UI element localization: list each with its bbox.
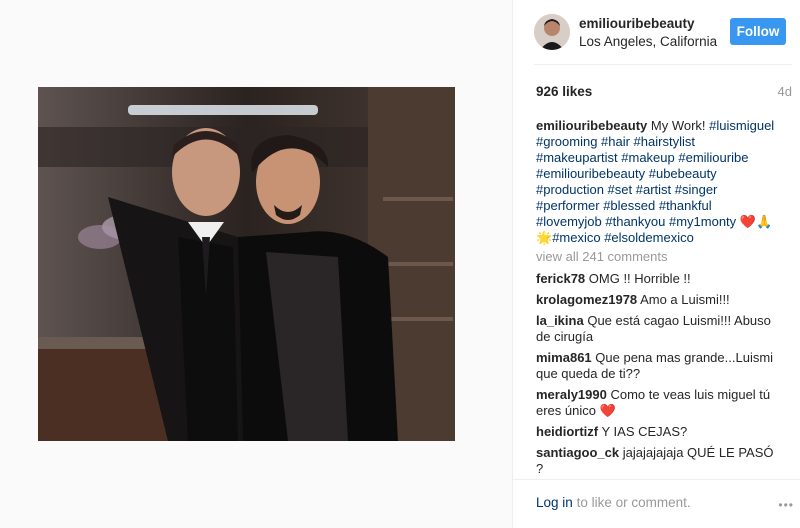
comment-text: Y IAS CEJAS?: [601, 424, 688, 439]
footer-divider: [513, 479, 800, 480]
comment: ferick78 OMG !! Horrible !!: [536, 271, 776, 287]
avatar-image: [534, 14, 570, 50]
comment-username[interactable]: mima861: [536, 350, 592, 365]
heart-emoji: ❤️: [599, 403, 616, 418]
view-all-comments-link[interactable]: view all 241 comments: [536, 249, 776, 265]
comment-text: OMG !! Horrible !!: [588, 271, 691, 286]
comment-username[interactable]: ferick78: [536, 271, 585, 286]
hashtag-line[interactable]: #grooming #hair #hairstylist: [536, 134, 695, 149]
hashtag-line[interactable]: #mexico #elsoldemexico: [552, 230, 694, 245]
post-photo-illustration: [38, 87, 455, 441]
comment-username[interactable]: santiagoo_ck: [536, 445, 619, 460]
comment: santiagoo_ck jajajajajaja QUÉ LE PASÓ ?: [536, 445, 776, 477]
comment-text: Amo a Luismi!!!: [640, 292, 730, 307]
post-age: 4d: [777, 84, 792, 99]
comment-username[interactable]: krolagomez1978: [536, 292, 637, 307]
comment: meraly1990 Como te veas luis miguel tú e…: [536, 387, 776, 419]
hashtag-line[interactable]: #production #set #artist #singer: [536, 182, 717, 197]
post-details: emiliouribebeauty Los Angeles, Californi…: [513, 0, 800, 528]
login-prompt-text: to like or comment.: [576, 495, 691, 510]
caption-text: My Work!: [650, 118, 706, 133]
hashtag-line[interactable]: #emiliouribebeauty #ubebeauty: [536, 166, 717, 181]
hashtag-line[interactable]: #makeupartist #makeup #emiliouribe: [536, 150, 748, 165]
post-username[interactable]: emiliouribebeauty: [579, 16, 695, 31]
follow-button[interactable]: Follow: [730, 18, 786, 45]
post-photo[interactable]: [38, 87, 455, 441]
login-prompt: Log in to like or comment.: [536, 495, 691, 510]
heart-pray-emoji: ❤️🙏: [739, 214, 773, 229]
likes-count[interactable]: 926 likes: [536, 84, 592, 99]
comment-username[interactable]: la_ikina: [536, 313, 584, 328]
login-link[interactable]: Log in: [536, 495, 573, 510]
comment-username[interactable]: heidiortizf: [536, 424, 598, 439]
hashtag-line[interactable]: #lovemyjob #thankyou #my1monty: [536, 214, 736, 229]
post-header: emiliouribebeauty Los Angeles, Californi…: [534, 12, 794, 54]
comment: krolagomez1978 Amo a Luismi!!!: [536, 292, 776, 308]
hashtag-line[interactable]: #performer #blessed #thankful: [536, 198, 712, 213]
star-emoji: 🌟: [536, 230, 553, 245]
comment: mima861 Que pena mas grande...Luismi que…: [536, 350, 776, 382]
more-options-icon[interactable]: •••: [778, 498, 794, 512]
hashtag-line[interactable]: #luismiguel: [709, 118, 774, 133]
photo-panel: [0, 0, 512, 528]
avatar[interactable]: [534, 14, 570, 50]
caption-username[interactable]: emiliouribebeauty: [536, 118, 647, 133]
comment: la_ikina Que está cagao Luismi!!! Abuso …: [536, 313, 776, 345]
comment: heidiortizf Y IAS CEJAS?: [536, 424, 776, 440]
comments-list: emiliouribebeauty My Work! #luismiguel #…: [536, 118, 776, 477]
caption: emiliouribebeauty My Work! #luismiguel #…: [536, 118, 776, 246]
header-divider: [534, 64, 792, 65]
comment-username[interactable]: meraly1990: [536, 387, 607, 402]
post-location[interactable]: Los Angeles, California: [579, 34, 717, 49]
